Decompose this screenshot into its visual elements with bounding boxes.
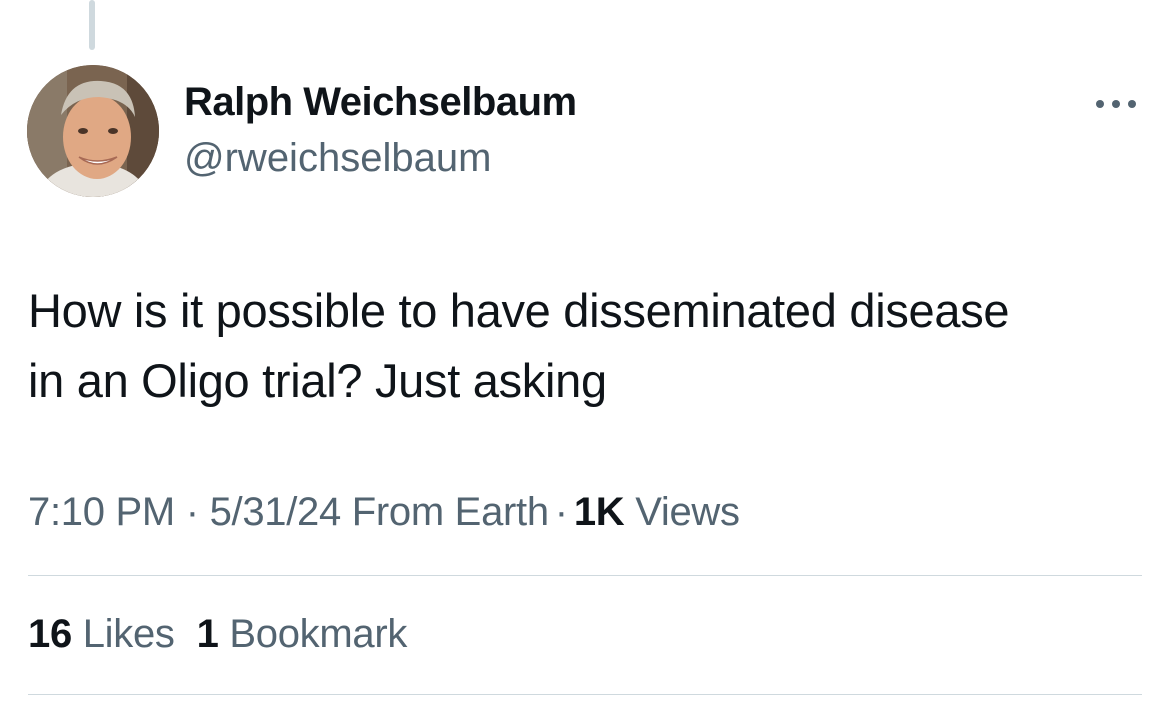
views-label: Views [635,490,740,534]
profile-photo-icon [27,65,159,197]
tweet-source: From Earth [351,490,549,534]
author-display-name[interactable]: Ralph Weichselbaum [184,80,577,125]
views-count: 1K [573,490,625,534]
separator: · [185,490,199,534]
tweet-text-line: in an Oligo trial? Just asking [28,354,607,407]
likes-stat[interactable]: 16 Likes [28,612,175,656]
ellipsis-icon [1096,100,1136,108]
likes-label: Likes [82,612,175,656]
bookmarks-stat[interactable]: 1 Bookmark [196,612,408,656]
tweet-detail: Ralph Weichselbaum @rweichselbaum How is… [0,0,1170,702]
thread-connector-line [89,0,95,50]
engagement-stats: 16 Likes 1 Bookmark [28,612,407,657]
separator: · [554,490,568,534]
tweet-metadata: 7:10 PM · 5/31/24 From Earth · 1K Views [28,490,740,535]
bookmarks-label: Bookmark [229,612,408,656]
likes-count: 16 [28,612,72,656]
divider [28,575,1142,576]
author-handle[interactable]: @rweichselbaum [184,136,491,181]
tweet-text-line: How is it possible to have disseminated … [28,284,1010,337]
bookmarks-count: 1 [196,612,219,656]
tweet-date[interactable]: 5/31/24 [210,490,342,534]
avatar[interactable] [27,65,159,197]
tweet-text: How is it possible to have disseminated … [28,276,1138,416]
divider [28,694,1142,695]
more-options-button[interactable] [1090,92,1142,116]
tweet-time[interactable]: 7:10 PM [28,490,175,534]
